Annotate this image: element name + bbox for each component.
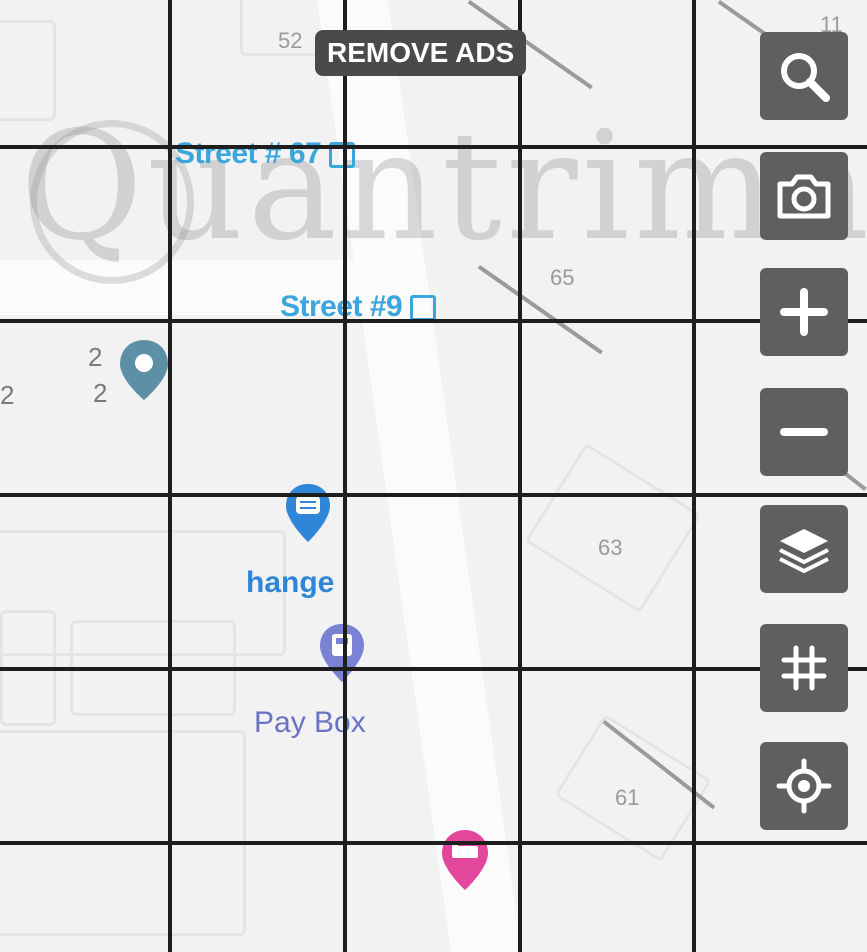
map-block — [0, 730, 246, 936]
house-number: 2 — [0, 380, 15, 410]
hotel-icon[interactable] — [440, 828, 490, 892]
house-number: 65 — [550, 265, 575, 290]
layers-icon — [779, 529, 829, 574]
zoom-out-icon — [780, 428, 828, 436]
grid-line — [518, 0, 522, 952]
bus-stop-icon — [410, 295, 437, 322]
map-view[interactable]: Quantrimang 52 11 65 63 61 2 2 2 Street … — [0, 0, 867, 952]
grid-line — [0, 841, 867, 845]
poi-label: hange — [246, 566, 335, 599]
watermark-text: Quantrimang — [20, 100, 867, 274]
grid-line — [0, 667, 867, 671]
house-number: 61 — [615, 785, 640, 810]
house-number: 2 — [88, 342, 103, 372]
zoom-in-button[interactable] — [760, 268, 848, 356]
grid-line — [168, 0, 172, 952]
my-location-button[interactable] — [760, 742, 848, 830]
grid-line — [343, 0, 347, 952]
house-number: 63 — [598, 535, 623, 560]
layers-button[interactable] — [760, 505, 848, 593]
search-button[interactable] — [760, 32, 848, 120]
zoom-in-icon — [780, 288, 828, 336]
street-name: Street # 67 — [175, 137, 322, 170]
street-label[interactable]: Street # 67 — [175, 137, 356, 171]
search-icon — [781, 53, 830, 102]
grid-line — [0, 493, 867, 497]
camera-button[interactable] — [760, 152, 848, 240]
house-number: 52 — [278, 28, 303, 53]
map-block — [524, 442, 702, 614]
poi-label: Pay Box — [254, 706, 366, 739]
location-icon[interactable] — [118, 338, 170, 402]
paybox-icon[interactable] — [318, 622, 366, 684]
house-number: 2 — [93, 378, 108, 408]
grid-button[interactable] — [760, 624, 848, 712]
camera-icon — [777, 174, 831, 219]
grid-line — [692, 0, 696, 952]
grid-line — [0, 145, 867, 149]
road — [477, 265, 603, 355]
grid-line — [0, 319, 867, 323]
map-block — [0, 20, 56, 121]
grid-icon — [781, 645, 827, 691]
remove-ads-button[interactable]: REMOVE ADS — [315, 30, 527, 76]
exchange-icon[interactable] — [284, 482, 332, 544]
my-location-icon — [776, 758, 832, 814]
zoom-out-button[interactable] — [760, 388, 848, 476]
